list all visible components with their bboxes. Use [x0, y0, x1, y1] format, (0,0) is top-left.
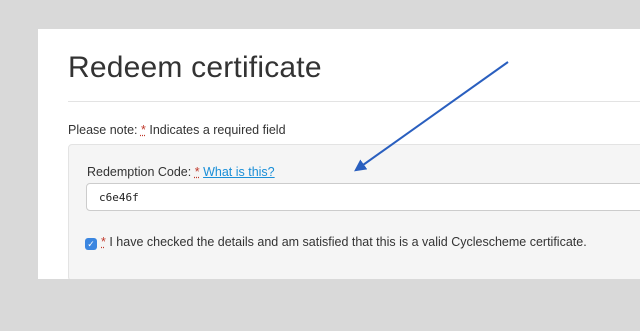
confirm-checkbox[interactable]: ✓ — [85, 238, 97, 250]
code-label-text: Redemption Code: — [87, 165, 192, 179]
page-title: Redeem certificate — [68, 51, 322, 84]
title-divider — [68, 101, 640, 102]
redemption-code-input[interactable] — [86, 183, 640, 211]
what-is-this-link[interactable]: What is this? — [203, 165, 275, 179]
confirmation-row: ✓ * I have checked the details and am sat… — [85, 233, 640, 252]
note-suffix: Indicates a required field — [149, 123, 286, 137]
required-note: Please note: * Indicates a required fiel… — [68, 123, 286, 137]
redeem-form-panel: Redemption Code: * What is this? ✓ * I ha… — [68, 144, 640, 279]
checkmark-icon: ✓ — [87, 239, 95, 249]
note-prefix: Please note: — [68, 123, 138, 137]
redemption-code-label: Redemption Code: * What is this? — [87, 165, 275, 179]
page-frame: Redeem certificate Please note: * Indica… — [38, 29, 640, 279]
confirmation-text: I have checked the details and am satisf… — [109, 235, 587, 249]
required-marker: * — [140, 123, 146, 137]
code-required-marker: * — [194, 165, 200, 179]
checkbox-required-marker: * — [101, 235, 106, 249]
